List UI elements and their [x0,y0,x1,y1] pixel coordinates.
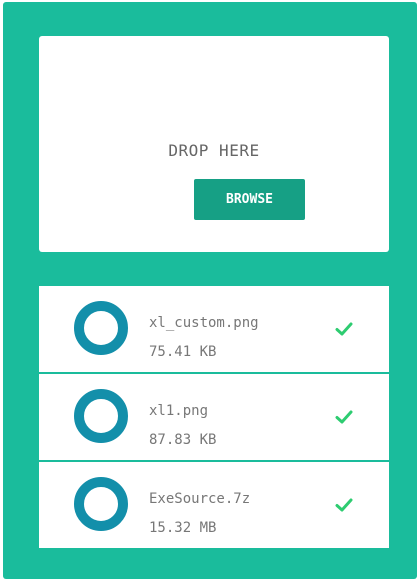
file-name: xl_custom.png [149,315,259,331]
browse-button[interactable]: BROWSE [194,179,305,220]
progress-ring-icon [74,301,128,355]
file-item: ExeSource.7z 15.32 MB [39,462,389,548]
check-icon [335,322,353,336]
progress-ring-icon [74,389,128,443]
uploader-panel: DROP HERE BROWSE xl_custom.png 75.41 KB … [3,2,417,579]
file-list: xl_custom.png 75.41 KB xl1.png 87.83 KB … [39,286,389,548]
file-name: ExeSource.7z [149,491,251,507]
drop-zone[interactable]: DROP HERE BROWSE [39,36,389,252]
drop-here-label: DROP HERE [168,141,260,160]
progress-ring-icon [74,477,128,531]
file-name: xl1.png [149,403,209,419]
file-item: xl_custom.png 75.41 KB [39,286,389,372]
check-icon [335,410,353,424]
file-size: 15.32 MB [149,520,217,536]
check-icon [335,498,353,512]
file-size: 75.41 KB [149,344,217,360]
file-size: 87.83 KB [149,432,217,448]
file-item: xl1.png 87.83 KB [39,374,389,460]
